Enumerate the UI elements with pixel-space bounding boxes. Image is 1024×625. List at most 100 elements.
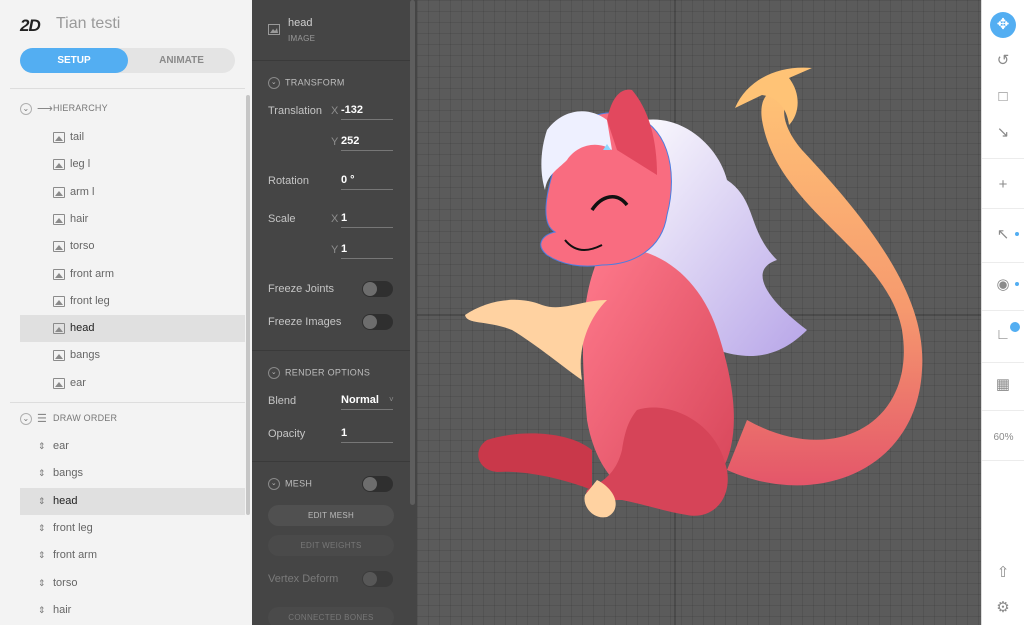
- reorder-handle-icon[interactable]: ⇕: [38, 570, 46, 597]
- hierarchy-item[interactable]: head: [20, 315, 245, 343]
- left-panel: 2D Tian testi SETUP ANIMATE ⌄ ⟶HIERARCHY …: [0, 0, 252, 625]
- divider: [10, 402, 245, 403]
- opacity-field[interactable]: 1: [341, 427, 393, 443]
- hierarchy-item-label: front arm: [70, 267, 115, 280]
- hierarchy-item-label: bangs: [70, 349, 100, 362]
- rotation-label: Rotation: [268, 175, 309, 187]
- edit-weights-button[interactable]: EDIT WEIGHTS: [268, 535, 394, 556]
- image-icon: [53, 159, 65, 171]
- hierarchy-item[interactable]: torso: [20, 233, 245, 260]
- hierarchy-item[interactable]: leg l: [20, 151, 245, 178]
- canvas-viewport[interactable]: [417, 0, 981, 625]
- inspector-panel: head IMAGE ⌄ TRANSFORM Translation X -132…: [252, 0, 417, 625]
- blend-select[interactable]: Normal: [341, 394, 393, 410]
- divider: [982, 310, 1024, 311]
- visibility-icon[interactable]: ◉: [990, 272, 1016, 298]
- image-icon: [53, 323, 65, 335]
- chevron-down-icon[interactable]: ⌄: [268, 478, 280, 490]
- scale-icon[interactable]: □: [990, 84, 1016, 110]
- hierarchy-item[interactable]: hair: [20, 206, 245, 233]
- image-icon: [268, 24, 280, 35]
- project-title[interactable]: Tian testi: [56, 15, 120, 33]
- hierarchy-item[interactable]: front leg: [20, 288, 245, 315]
- hierarchy-item[interactable]: tail: [20, 124, 245, 151]
- inspector-scrollbar[interactable]: [410, 0, 415, 505]
- select-icon[interactable]: ↖: [990, 222, 1016, 248]
- divider: [982, 262, 1024, 263]
- setup-mode-button[interactable]: SETUP: [20, 48, 128, 73]
- scale-x-field[interactable]: 1: [341, 212, 393, 228]
- export-icon[interactable]: ⇧: [990, 560, 1016, 586]
- image-icon: [53, 268, 65, 280]
- chevron-down-icon[interactable]: ⌄: [268, 77, 280, 89]
- freeze-joints-label: Freeze Joints: [268, 283, 335, 295]
- draw-order-item[interactable]: ⇕ hair: [20, 597, 245, 624]
- zoom-level[interactable]: 60%: [982, 432, 1024, 443]
- hierarchy-item[interactable]: bangs: [20, 342, 245, 369]
- selected-name: head: [288, 17, 313, 29]
- rotation-field[interactable]: 0 °: [341, 174, 393, 190]
- mode-switch: SETUP ANIMATE: [20, 48, 235, 73]
- chevron-down-icon[interactable]: ⌄: [268, 367, 280, 379]
- chevron-down-icon[interactable]: ⌄: [20, 412, 32, 425]
- divider: [252, 60, 410, 61]
- settings-icon[interactable]: ⚙: [990, 595, 1016, 621]
- edit-mesh-button[interactable]: EDIT MESH: [268, 505, 394, 526]
- add-icon[interactable]: +: [990, 172, 1016, 198]
- transform-header[interactable]: ⌄ TRANSFORM: [268, 77, 345, 89]
- draw-order-item[interactable]: ⇕ ear: [20, 433, 245, 460]
- draw-order-item[interactable]: ⇕ head: [20, 487, 245, 515]
- image-icon: [53, 132, 65, 143]
- reorder-handle-icon[interactable]: ⇕: [38, 515, 46, 542]
- reorder-handle-icon[interactable]: ⇕: [38, 433, 46, 460]
- mesh-toggle[interactable]: [362, 476, 393, 492]
- hierarchy-item-label: arm l: [70, 185, 95, 198]
- chevron-down-icon[interactable]: ⌄: [20, 102, 32, 115]
- draw-order-header[interactable]: ⌄ ☰ DRAW ORDER: [20, 412, 117, 425]
- reorder-handle-icon[interactable]: ⇕: [38, 597, 46, 624]
- mesh-header[interactable]: ⌄ MESH: [268, 478, 312, 490]
- draw-order-item-label: torso: [53, 576, 78, 589]
- running-figure-icon: ⟶: [37, 103, 53, 115]
- hierarchy-header[interactable]: ⌄ ⟶HIERARCHY: [20, 102, 108, 115]
- render-options-header[interactable]: ⌄ RENDER OPTIONS: [268, 367, 370, 379]
- translation-y-field[interactable]: 252: [341, 135, 393, 151]
- vertex-deform-toggle[interactable]: [362, 571, 393, 587]
- draw-order-item[interactable]: ⇕ bangs: [20, 460, 245, 487]
- layers-icon: ☰: [37, 413, 48, 425]
- rotate-icon[interactable]: ↺: [990, 48, 1016, 74]
- freeze-joints-toggle[interactable]: [362, 281, 393, 297]
- hierarchy-item-label: ear: [70, 376, 86, 389]
- scale-y-field[interactable]: 1: [341, 243, 393, 259]
- connected-bones-button[interactable]: CONNECTED BONES: [268, 607, 394, 625]
- draw-order-item-label: head: [53, 494, 78, 507]
- skew-icon[interactable]: ↘: [990, 120, 1016, 146]
- dropdown-caret-icon[interactable]: ˅: [389, 395, 394, 404]
- reorder-handle-icon[interactable]: ⇕: [38, 488, 46, 515]
- draw-order-item[interactable]: ⇕ front arm: [20, 542, 245, 569]
- scale-y-axis: Y: [331, 244, 339, 256]
- draw-order-item-label: ear: [53, 440, 69, 452]
- mesh-title: MESH: [285, 478, 313, 489]
- hierarchy-item-label: front leg: [70, 294, 110, 307]
- hierarchy-title: HIERARCHY: [53, 102, 108, 113]
- move-icon[interactable]: ✥: [990, 12, 1016, 38]
- freeze-images-toggle[interactable]: [362, 314, 393, 330]
- hierarchy-item[interactable]: ear: [20, 370, 245, 397]
- animate-mode-button[interactable]: ANIMATE: [128, 48, 235, 73]
- grid-icon[interactable]: ▦: [990, 372, 1016, 398]
- image-icon: [53, 350, 65, 362]
- reorder-handle-icon[interactable]: ⇕: [38, 460, 46, 487]
- hierarchy-item[interactable]: front arm: [20, 261, 245, 288]
- local-badge: [1010, 322, 1020, 332]
- left-scrollbar[interactable]: [246, 95, 250, 515]
- divider: [982, 158, 1024, 159]
- blend-label: Blend: [268, 395, 297, 407]
- translation-x-field[interactable]: -132: [341, 104, 393, 120]
- draw-order-item[interactable]: ⇕ torso: [20, 570, 245, 597]
- hierarchy-item[interactable]: arm l: [20, 179, 245, 206]
- divider: [982, 362, 1024, 363]
- reorder-handle-icon[interactable]: ⇕: [38, 542, 46, 569]
- divider: [982, 410, 1024, 411]
- draw-order-item[interactable]: ⇕ front leg: [20, 515, 245, 542]
